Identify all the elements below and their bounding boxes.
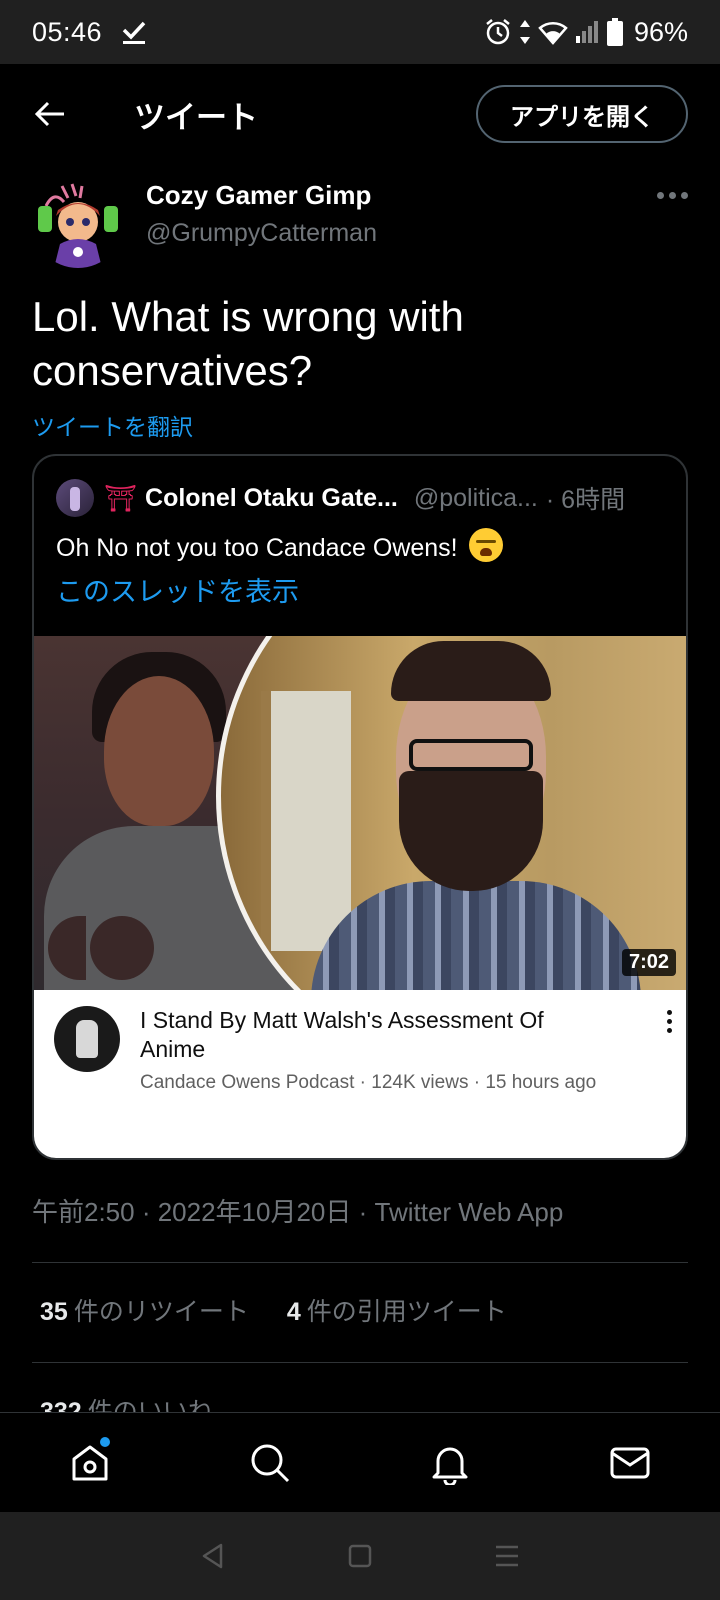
- video-subtitle: Candace Owens Podcast · 124K views · 15 …: [140, 1072, 597, 1093]
- system-menu-button[interactable]: [487, 1536, 527, 1576]
- page-title: ツイート: [134, 99, 258, 135]
- author-name[interactable]: Cozy Gamer Gimp: [146, 180, 377, 211]
- notification-dot: [100, 1436, 110, 1447]
- search-icon: [251, 1444, 290, 1482]
- data-arrows-icon: [519, 20, 530, 44]
- bell-icon: [432, 1447, 468, 1485]
- status-icons: 96%: [484, 17, 688, 48]
- torii-icon: ⛩: [104, 482, 138, 513]
- wifi-icon: [538, 21, 568, 45]
- back-arrow-icon: [34, 101, 64, 127]
- podcast-logo-icon: [48, 916, 154, 980]
- video-thumbnail[interactable]: 7:02: [34, 636, 686, 990]
- nav-home[interactable]: [60, 1433, 120, 1493]
- thumbnail-right-person: [216, 636, 686, 990]
- avatar[interactable]: [32, 176, 124, 268]
- status-bar: 05:46 96%: [0, 0, 720, 64]
- channel-avatar: [54, 1006, 120, 1072]
- quote-author-handle: @politica...: [413, 483, 538, 512]
- quote-text-line: Oh No not you too Candace Owens!: [56, 528, 503, 563]
- quotes-count: 4: [286, 1298, 301, 1326]
- divider: [32, 1262, 688, 1263]
- quote-header: ⛩ Colonel Otaku Gate... @politica... · 6…: [56, 478, 666, 518]
- battery-icon: [606, 18, 623, 46]
- square-home-icon: [348, 1544, 372, 1568]
- system-nav: [0, 1512, 720, 1600]
- triangle-back-icon: [203, 1543, 223, 1569]
- author-handle[interactable]: @GrumpyCatterman: [146, 219, 377, 248]
- top-bar: ツイート アプリを開く: [0, 64, 720, 164]
- video-meta[interactable]: I Stand By Matt Walsh's Assessment Of An…: [34, 990, 686, 1158]
- back-button[interactable]: [32, 96, 68, 132]
- nav-search[interactable]: [240, 1433, 300, 1493]
- crying-emoji-icon: [468, 528, 503, 562]
- bottom-nav: [0, 1412, 720, 1512]
- quotes-label: 件の引用ツイート: [306, 1298, 507, 1326]
- show-thread-link[interactable]: このスレッドを表示: [56, 570, 299, 609]
- video-title: I Stand By Matt Walsh's Assessment Of An…: [140, 1007, 544, 1062]
- home-icon: [72, 1445, 108, 1480]
- quote-text: Oh No not you too Candace Owens!: [56, 534, 458, 562]
- nav-notifications[interactable]: [420, 1433, 480, 1493]
- mail-icon: [610, 1447, 650, 1478]
- signal-icon: [575, 21, 598, 43]
- tweet-text: Lol. What is wrong with conservatives?: [32, 293, 464, 394]
- system-home-button[interactable]: [340, 1536, 380, 1576]
- status-time: 05:46: [32, 16, 103, 47]
- open-app-button[interactable]: アプリを開く: [476, 85, 688, 143]
- alarm-icon: [486, 19, 510, 45]
- check-icon: [122, 21, 146, 44]
- more-icon[interactable]: [657, 176, 688, 206]
- menu-lines-icon: [495, 1545, 518, 1567]
- retweets-stat[interactable]: 35 件のリツイート: [40, 1292, 249, 1328]
- tweet-stats: 35 件のリツイート 4 件の引用ツイート: [40, 1292, 507, 1328]
- retweets-count: 35: [40, 1298, 68, 1326]
- tweet-timestamp: 午前2:50 · 2022年10月20日 · Twitter Web App: [32, 1197, 564, 1227]
- quote-time: · 6時間: [545, 486, 626, 514]
- battery-percent: 96%: [633, 16, 688, 47]
- retweets-label: 件のリツイート: [73, 1298, 249, 1326]
- nav-messages[interactable]: [600, 1433, 660, 1493]
- quote-author-name: Colonel Otaku Gate...: [145, 483, 398, 512]
- likes-stat[interactable]: 332 件のいいね: [40, 1392, 213, 1414]
- video-duration: 7:02: [621, 949, 676, 976]
- tweet-author: Cozy Gamer Gimp @GrumpyCatterman: [32, 176, 688, 268]
- quote-tweet-card[interactable]: ⛩ Colonel Otaku Gate... @politica... · 6…: [32, 454, 688, 1160]
- video-more-icon[interactable]: [667, 1010, 672, 1033]
- quotes-stat[interactable]: 4 件の引用ツイート: [287, 1292, 507, 1328]
- quote-avatar: [56, 479, 94, 517]
- divider: [32, 1362, 688, 1363]
- system-back-button[interactable]: [193, 1536, 233, 1576]
- avatar-image: [32, 176, 124, 268]
- translate-tweet-link[interactable]: ツイートを翻訳: [32, 408, 193, 442]
